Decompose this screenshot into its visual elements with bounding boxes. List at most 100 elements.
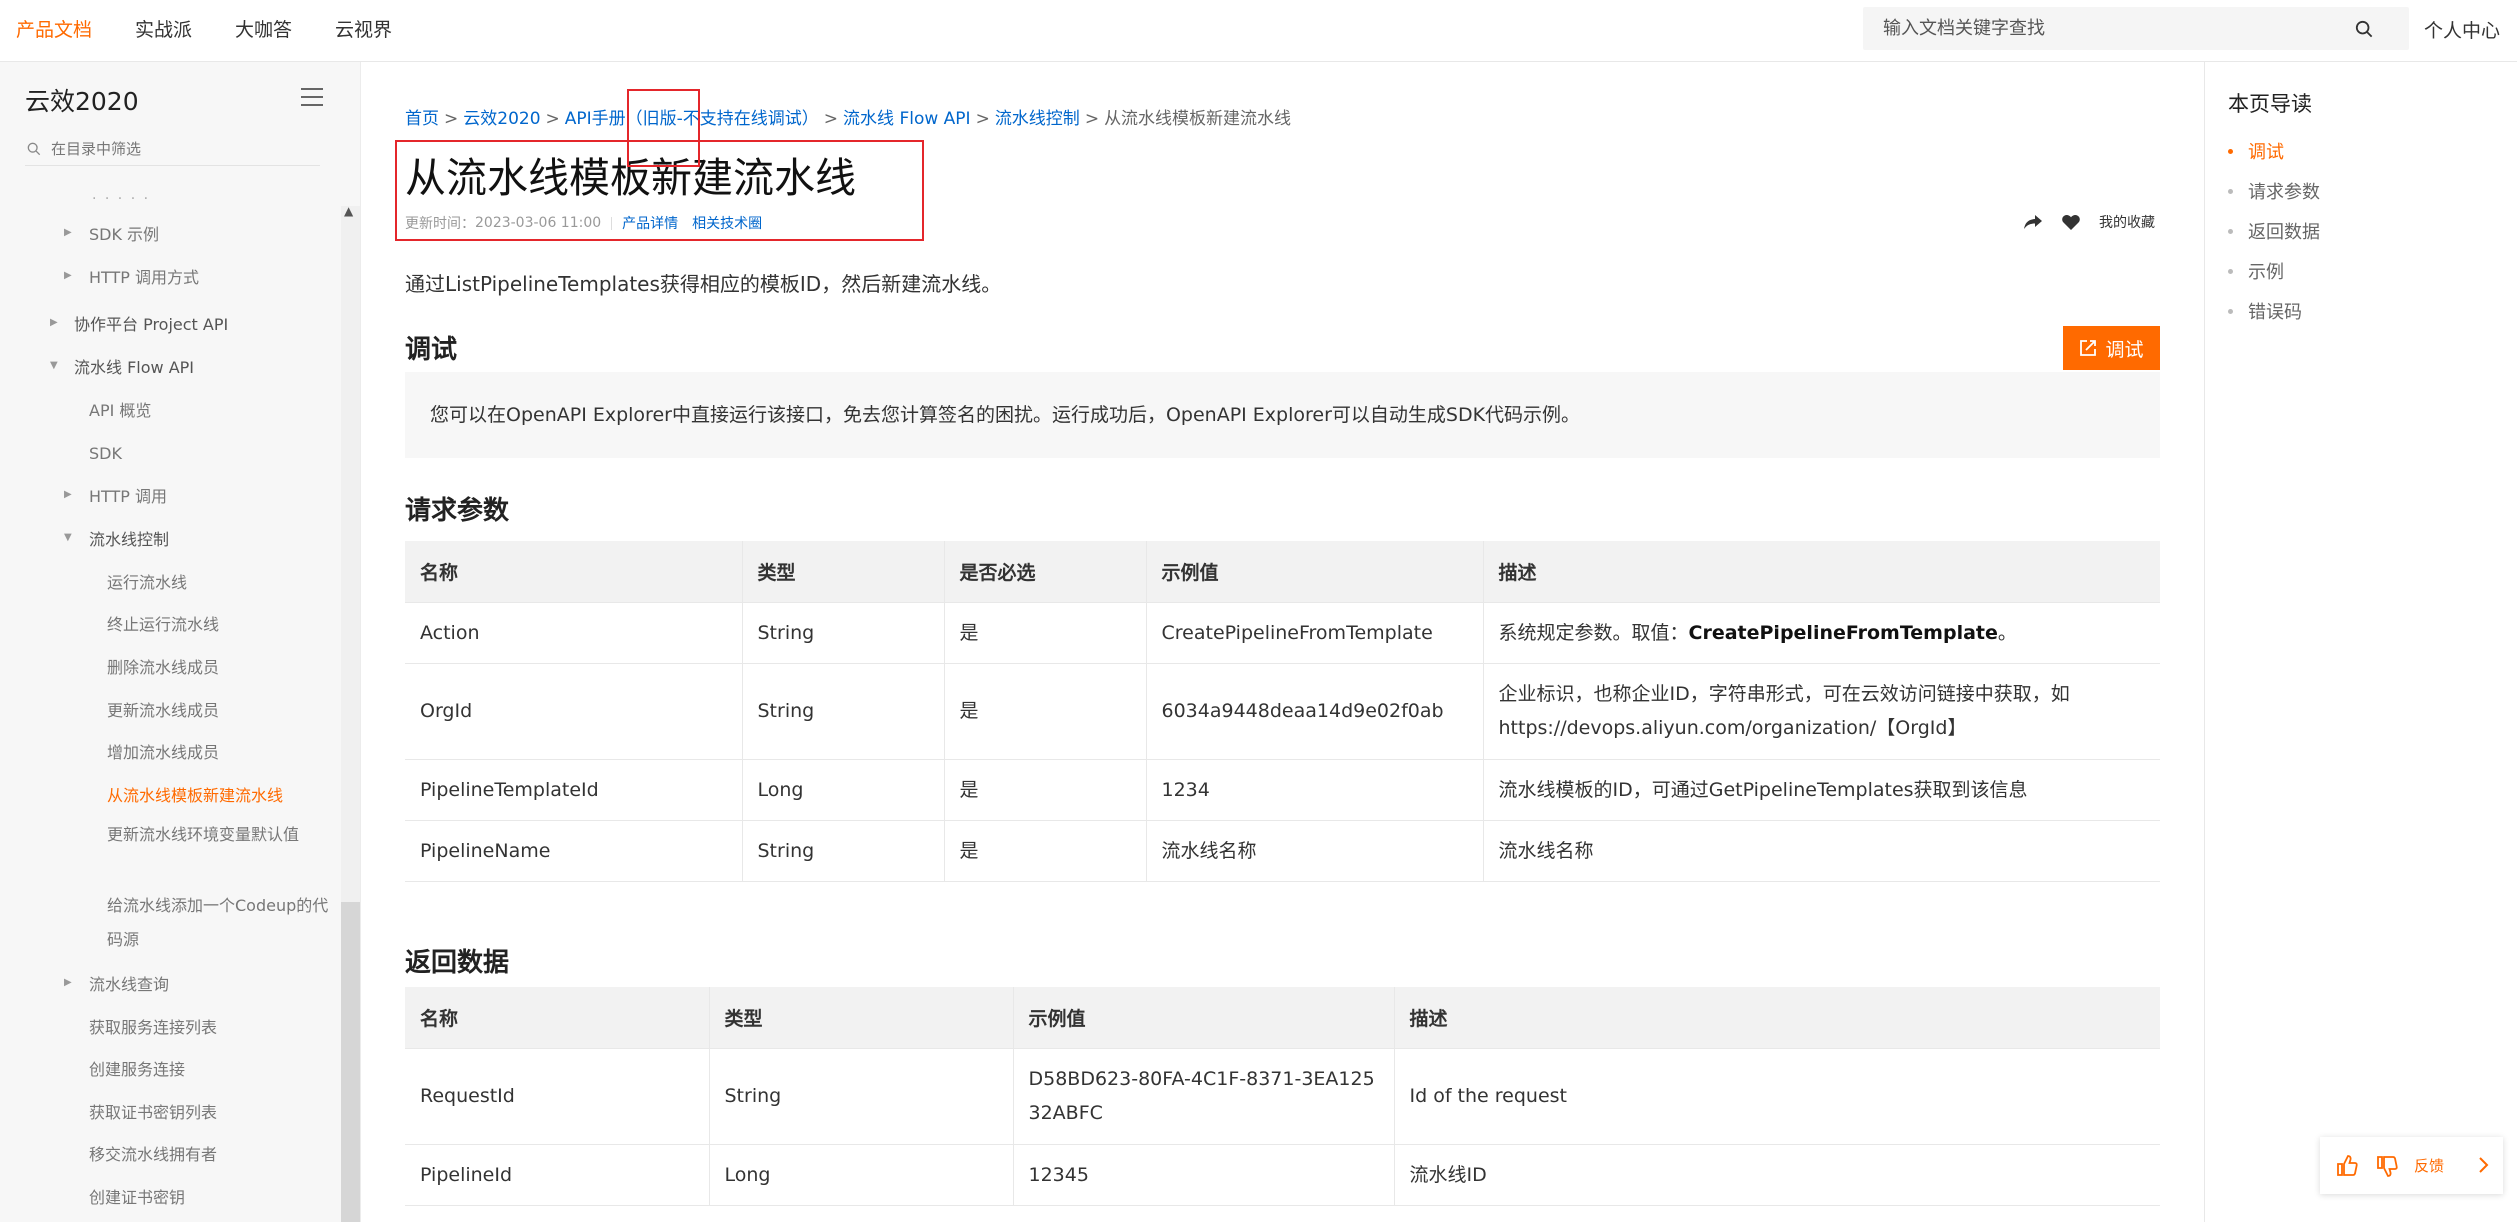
nav-cloud-vision[interactable]: 云视界 — [335, 15, 392, 42]
page-meta: 更新时间： 2023-03-06 11:00 产品详情 相关技术圈 — [405, 213, 776, 233]
param-type: String — [742, 663, 945, 760]
page-toc: 本页导读 调试 请求参数 返回数据 示例 错误码 — [2204, 62, 2517, 1222]
param-required: 是 — [944, 759, 1147, 821]
caret-right-icon[interactable]: ▶ — [50, 317, 58, 328]
sidebar-scrollbar-thumb[interactable] — [341, 902, 360, 1222]
feedback-widget: 反馈 — [2320, 1137, 2503, 1194]
param-name: Action — [405, 602, 743, 664]
toc-item-request-params[interactable]: 请求参数 — [2228, 178, 2320, 204]
param-type: Long — [742, 759, 945, 821]
share-icon[interactable] — [2023, 213, 2043, 231]
doc-search-input[interactable] — [1883, 18, 2343, 39]
bullet-icon — [2228, 308, 2233, 314]
caret-down-icon[interactable]: ▼ — [64, 532, 72, 543]
breadcrumb-api-manual[interactable]: API手册（旧版-不支持在线调试） — [565, 109, 819, 129]
param-example: CreatePipelineFromTemplate — [1146, 602, 1484, 664]
breadcrumb-flow-api[interactable]: 流水线 Flow API — [843, 109, 971, 129]
section-heading-request-params: 请求参数 — [405, 496, 510, 526]
param-example: 6034a9448deaa14d9e02f0ab — [1146, 663, 1484, 760]
partial-tree-item: · · · · · — [92, 191, 151, 207]
updated-label: 更新时间： — [405, 216, 475, 232]
sidebar-item-update-env-vars[interactable]: 更新流水线环境变量默认值 — [107, 818, 332, 852]
sidebar-item-update-member[interactable]: 更新流水线成员 — [107, 700, 219, 722]
breadcrumb-home[interactable]: 首页 — [405, 109, 439, 129]
user-center-link[interactable]: 个人中心 — [2424, 16, 2500, 43]
sidebar-item-api-overview[interactable]: API 概览 — [89, 400, 151, 422]
table-row: PipelineName String 是 流水线名称 流水线名称 — [405, 820, 2160, 882]
breadcrumb-pipeline-control[interactable]: 流水线控制 — [995, 109, 1080, 129]
scroll-up-icon[interactable]: ▲ — [344, 204, 353, 218]
search-icon[interactable] — [2355, 20, 2373, 38]
sidebar-item-delete-member[interactable]: 删除流水线成员 — [107, 657, 219, 679]
sidebar-item-create-cert-key[interactable]: 创建证书密钥 — [89, 1187, 185, 1209]
sidebar-item-sdk[interactable]: SDK — [89, 443, 122, 465]
sidebar-item-transfer-owner[interactable]: 移交流水线拥有者 — [89, 1144, 217, 1166]
param-desc: 流水线名称 — [1483, 820, 2160, 882]
column-header: 类型 — [709, 987, 1014, 1049]
field-example: 12345 — [1013, 1144, 1395, 1206]
external-link-icon — [2080, 340, 2097, 356]
field-type: String — [709, 1048, 1014, 1145]
sidebar-item-add-codeup-source[interactable]: 给流水线添加一个Codeup的代码源 — [107, 889, 332, 957]
toc-item-error-codes[interactable]: 错误码 — [2228, 298, 2302, 324]
caret-right-icon[interactable]: ▶ — [64, 977, 72, 988]
field-example: D58BD623-80FA-4C1F-8371-3EA12532ABFC — [1013, 1048, 1395, 1145]
param-required: 是 — [944, 602, 1147, 664]
caret-right-icon[interactable]: ▶ — [64, 270, 72, 281]
toc-item-debug[interactable]: 调试 — [2228, 138, 2284, 164]
thumbs-down-icon[interactable] — [2374, 1153, 2400, 1179]
section-heading-debug: 调试 — [405, 335, 458, 365]
field-name: RequestId — [405, 1048, 710, 1145]
sidebar-item-http[interactable]: HTTP 调用 — [89, 486, 167, 508]
column-header: 示例值 — [1146, 541, 1484, 603]
product-detail-link[interactable]: 产品详情 — [622, 213, 678, 233]
toc-item-response-data[interactable]: 返回数据 — [2228, 218, 2320, 244]
sidebar-item-list-cert-keys[interactable]: 获取证书密钥列表 — [89, 1102, 217, 1124]
toc-title: 本页导读 — [2228, 92, 2312, 116]
param-example: 1234 — [1146, 759, 1484, 821]
sidebar-item-http-calls[interactable]: HTTP 调用方式 — [89, 267, 199, 289]
sidebar-item-list-service-connections[interactable]: 获取服务连接列表 — [89, 1017, 217, 1039]
chevron-right-icon[interactable] — [2473, 1154, 2493, 1176]
nav-experts[interactable]: 大咖答 — [235, 15, 292, 42]
thumbs-up-icon[interactable] — [2334, 1153, 2360, 1179]
heart-icon[interactable] — [2061, 213, 2081, 231]
sidebar-item-pipeline-query[interactable]: 流水线查询 — [89, 974, 169, 996]
table-row: RequestId String D58BD623-80FA-4C1F-8371… — [405, 1048, 2160, 1145]
breadcrumb-product[interactable]: 云效2020 — [463, 109, 540, 129]
toc-item-examples[interactable]: 示例 — [2228, 258, 2284, 284]
related-tech-link[interactable]: 相关技术圈 — [692, 213, 762, 233]
sidebar-item-flow-api[interactable]: 流水线 Flow API — [74, 357, 194, 379]
sidebar-item-pipeline-control[interactable]: 流水线控制 — [89, 529, 169, 551]
param-type: String — [742, 820, 945, 882]
sidebar-item-sdk-examples[interactable]: SDK 示例 — [89, 224, 159, 246]
feedback-label[interactable]: 反馈 — [2414, 1155, 2444, 1176]
sidebar-item-run-pipeline[interactable]: 运行流水线 — [107, 572, 187, 594]
breadcrumb-current: 从流水线模板新建流水线 — [1104, 109, 1292, 129]
param-type: String — [742, 602, 945, 664]
sidebar-item-create-from-template[interactable]: 从流水线模板新建流水线 — [107, 785, 283, 807]
column-header: 名称 — [405, 987, 710, 1049]
table-row: PipelineTemplateId Long 是 1234 流水线模板的ID，… — [405, 759, 2160, 821]
top-nav: 产品文档 实战派 大咖答 云视界 — [16, 0, 392, 56]
debug-button[interactable]: 调试 — [2063, 326, 2160, 370]
caret-right-icon[interactable]: ▶ — [64, 489, 72, 500]
caret-down-icon[interactable]: ▼ — [50, 360, 58, 371]
nav-product-docs[interactable]: 产品文档 — [16, 15, 92, 42]
sidebar-filter — [25, 132, 320, 166]
meta-divider — [611, 216, 613, 230]
field-desc: Id of the request — [1394, 1048, 2160, 1145]
column-header: 是否必选 — [944, 541, 1147, 603]
menu-icon[interactable] — [301, 88, 323, 106]
caret-right-icon[interactable]: ▶ — [64, 227, 72, 238]
nav-practice[interactable]: 实战派 — [135, 15, 192, 42]
sidebar-item-add-member[interactable]: 增加流水线成员 — [107, 742, 219, 764]
sidebar-item-stop-pipeline[interactable]: 终止运行流水线 — [107, 614, 219, 636]
sidebar-item-project-api[interactable]: 协作平台 Project API — [74, 314, 228, 336]
sidebar-filter-input[interactable] — [51, 139, 311, 158]
column-header: 描述 — [1394, 987, 2160, 1049]
param-name: OrgId — [405, 663, 743, 760]
sidebar-item-create-service-connection[interactable]: 创建服务连接 — [89, 1059, 185, 1081]
breadcrumb: 首页 > 云效2020 > API手册（旧版-不支持在线调试） > 流水线 Flow API… — [405, 109, 1292, 129]
favorite-link[interactable]: 我的收藏 — [2099, 212, 2155, 232]
